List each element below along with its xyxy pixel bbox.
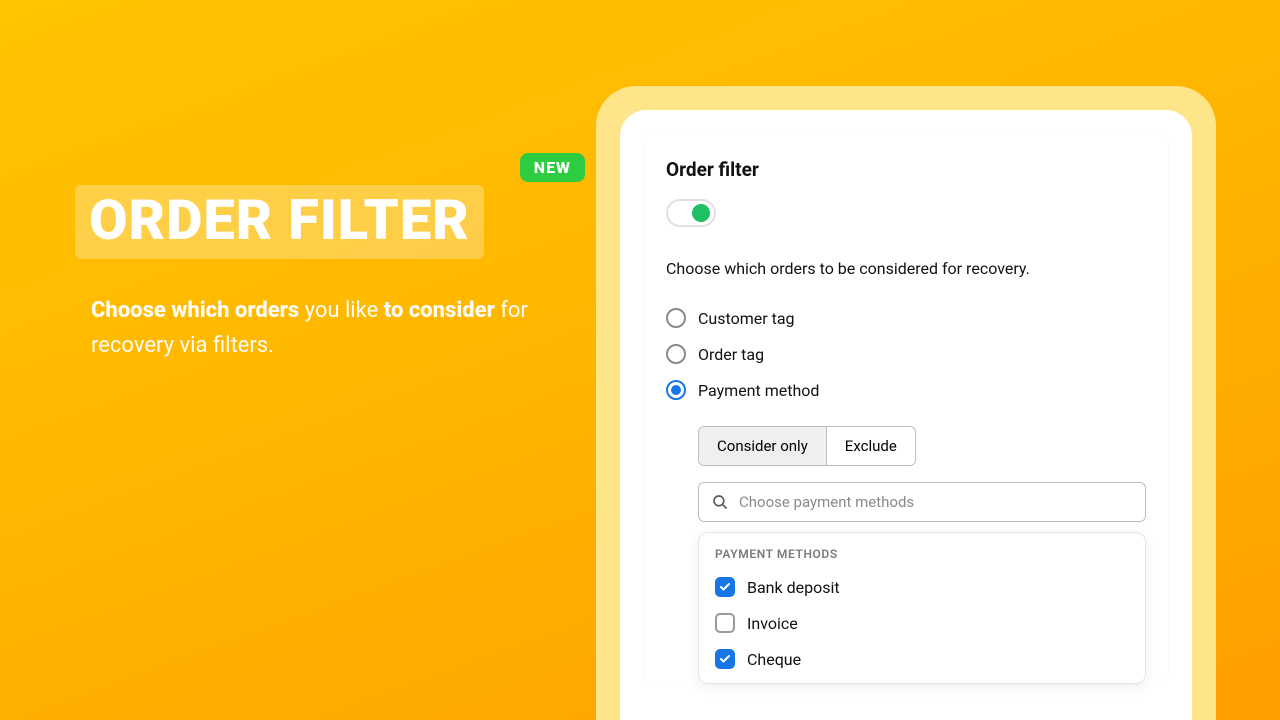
promo-block: NEW ORDER FILTER Choose which orders you…: [75, 155, 575, 363]
option-label: Cheque: [747, 650, 801, 669]
radio-icon: [666, 344, 686, 364]
option-label: Bank deposit: [747, 578, 840, 597]
checkbox-icon: [715, 649, 735, 669]
radio-order-tag[interactable]: Order tag: [666, 336, 1146, 372]
checkbox-icon: [715, 613, 735, 633]
radio-icon: [666, 308, 686, 328]
radio-icon: [666, 380, 686, 400]
filter-type-radio-group: Customer tag Order tag Payment method: [666, 300, 1146, 408]
checkbox-icon: [715, 577, 735, 597]
payment-methods-dropdown: PAYMENT METHODS Bank deposit Invoice: [698, 532, 1146, 684]
marketing-stage: NEW ORDER FILTER Choose which orders you…: [0, 0, 1280, 720]
option-cheque[interactable]: Cheque: [715, 641, 1129, 677]
promo-title-wrap: ORDER FILTER: [75, 185, 484, 259]
payment-method-controls: Consider only Exclude PAYMENT METHODS: [698, 426, 1146, 684]
device-frame-outer: Order filter Choose which orders to be c…: [596, 86, 1216, 720]
radio-label: Customer tag: [698, 309, 795, 328]
radio-label: Order tag: [698, 345, 764, 364]
exclude-button[interactable]: Exclude: [826, 427, 915, 465]
promo-subtitle-text-1: you like: [299, 298, 384, 323]
dropdown-heading: PAYMENT METHODS: [715, 547, 1129, 561]
radio-payment-method[interactable]: Payment method: [666, 372, 1146, 408]
toggle-knob: [692, 204, 710, 222]
option-bank-deposit[interactable]: Bank deposit: [715, 569, 1129, 605]
promo-subtitle-bold-1: Choose which orders: [91, 298, 299, 323]
order-filter-toggle[interactable]: [666, 199, 716, 227]
order-filter-card: Order filter Choose which orders to be c…: [644, 134, 1168, 684]
brand-watermark: kindly: [66, 625, 142, 660]
device-frame-inner: Order filter Choose which orders to be c…: [620, 110, 1192, 720]
option-label: Invoice: [747, 614, 798, 633]
option-invoice[interactable]: Invoice: [715, 605, 1129, 641]
promo-subtitle: Choose which orders you like to consider…: [91, 293, 575, 363]
payment-method-search-input[interactable]: [739, 493, 1133, 511]
payment-method-search[interactable]: [698, 482, 1146, 522]
consider-only-button[interactable]: Consider only: [699, 427, 826, 465]
include-exclude-segmented: Consider only Exclude: [698, 426, 916, 466]
helper-text: Choose which orders to be considered for…: [666, 259, 1146, 278]
promo-subtitle-bold-2: to consider: [384, 298, 495, 323]
radio-label: Payment method: [698, 381, 819, 400]
radio-customer-tag[interactable]: Customer tag: [666, 300, 1146, 336]
card-title: Order filter: [666, 158, 1146, 181]
search-icon: [711, 493, 729, 511]
new-badge: NEW: [520, 153, 585, 182]
promo-title: ORDER FILTER: [89, 187, 470, 253]
